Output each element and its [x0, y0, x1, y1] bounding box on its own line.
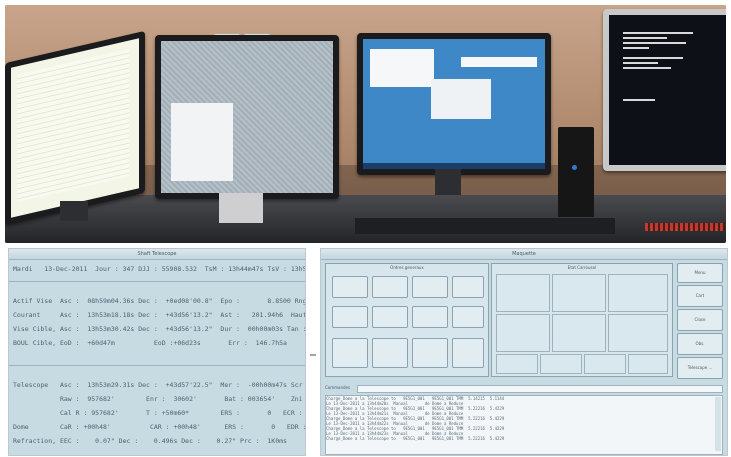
window-titlebar: Shaft Telescope [9, 249, 305, 260]
control-button[interactable] [332, 276, 368, 298]
obs-button[interactable]: Obs. [677, 333, 723, 355]
monitor-left [5, 30, 145, 226]
monitor-stand [435, 169, 461, 195]
status-line: Refraction, EEC : 0.07" Dec : 0.496s Dec… [13, 437, 287, 445]
status-line: BOUL Cible, EoD : +60d47m EoD :+06d23s E… [13, 339, 287, 347]
group-label: Etat Carrousel [567, 265, 597, 270]
control-button[interactable] [332, 338, 368, 368]
maquette-window: Maquette Ordres generaux Etat Carrousel … [320, 248, 728, 456]
status-line: Vise Cible, Asc : 13h53m30.42s Dec : +43… [13, 325, 306, 333]
monitor-right [603, 9, 726, 171]
carrousel-group: Etat Carrousel [491, 263, 673, 377]
status-cell [608, 314, 668, 352]
status-line: Courant Asc : 13h53m18.18s Dec : +43d56'… [13, 311, 306, 319]
side-button-column: Menu Cart Close Obs. Telescope ... [677, 263, 723, 383]
divider [9, 365, 305, 366]
log-title: Commandes [325, 385, 351, 390]
control-button[interactable] [372, 276, 408, 298]
log-area[interactable]: Charge_Dome a la Telescope to 9E5G1_001 … [325, 395, 723, 455]
status-lights [645, 223, 725, 231]
cart-button[interactable]: Cart [677, 285, 723, 307]
control-button[interactable] [412, 276, 448, 298]
status-cell [584, 354, 626, 374]
orders-group: Ordres generaux [325, 263, 489, 377]
command-input[interactable] [357, 385, 723, 393]
control-button[interactable] [452, 276, 484, 298]
pc-tower [558, 127, 594, 221]
workstation-photo [5, 5, 726, 243]
status-line: Cal R : 957682' T : +50m60* ERS : 0 ECR … [13, 409, 306, 417]
control-button[interactable] [372, 306, 408, 328]
status-cell [496, 354, 538, 374]
close-button[interactable]: Close [677, 309, 723, 331]
status-line: Dome CaR : +00h48' CAR : +00h48' ERS : 0… [13, 423, 306, 431]
control-button[interactable] [412, 306, 448, 328]
window-title: Shaft Telescope [137, 251, 177, 257]
status-cell [540, 354, 582, 374]
power-led [572, 165, 577, 170]
divider-mark [310, 354, 316, 356]
monitor-stand [219, 193, 263, 223]
console-text [623, 29, 711, 104]
status-cell [628, 354, 668, 374]
status-line: Actif Vise Asc : 08h59m04.36s Dec : +0ed… [13, 297, 306, 305]
control-button[interactable] [372, 338, 408, 368]
control-button[interactable] [412, 338, 448, 368]
status-cell [496, 314, 550, 352]
window-titlebar: Maquette [321, 249, 727, 260]
white-window [171, 103, 233, 181]
menu-button[interactable]: Menu [677, 263, 723, 283]
telescope-button[interactable]: Telescope ... [677, 357, 723, 379]
monitor-stand [60, 201, 88, 221]
dialog-window [370, 49, 434, 87]
divider [9, 281, 305, 282]
dialog-window [461, 57, 537, 67]
group-label: Ordres generaux [390, 265, 424, 270]
spreadsheet-screen [17, 48, 129, 203]
window-title: Maquette [512, 251, 536, 257]
keyboard [355, 217, 615, 234]
scrollbar[interactable] [715, 397, 721, 451]
monitor-center-right [357, 33, 551, 175]
status-cell [496, 274, 550, 312]
status-line: Mardi 13-Dec-2011 Jour : 347 DJJ : 55908… [13, 265, 306, 273]
status-cell [608, 274, 668, 312]
log-line: Charge_Dome a la Telescope to 9E5G1_001 … [326, 436, 505, 441]
status-line: Raw : 957682' Enr : 30602' Bat : 003654'… [13, 395, 306, 403]
dialog-window [431, 79, 491, 119]
telescope-status-window: Shaft Telescope Mardi 13-Dec-2011 Jour :… [8, 248, 306, 456]
status-cell [552, 314, 606, 352]
status-line: Telescope Asc : 13h53m29.31s Dec : +43d5… [13, 381, 306, 389]
control-button[interactable] [332, 306, 368, 328]
control-button[interactable] [452, 338, 484, 368]
control-button[interactable] [452, 306, 484, 328]
status-cell [552, 274, 606, 312]
monitor-center-left [155, 35, 339, 199]
